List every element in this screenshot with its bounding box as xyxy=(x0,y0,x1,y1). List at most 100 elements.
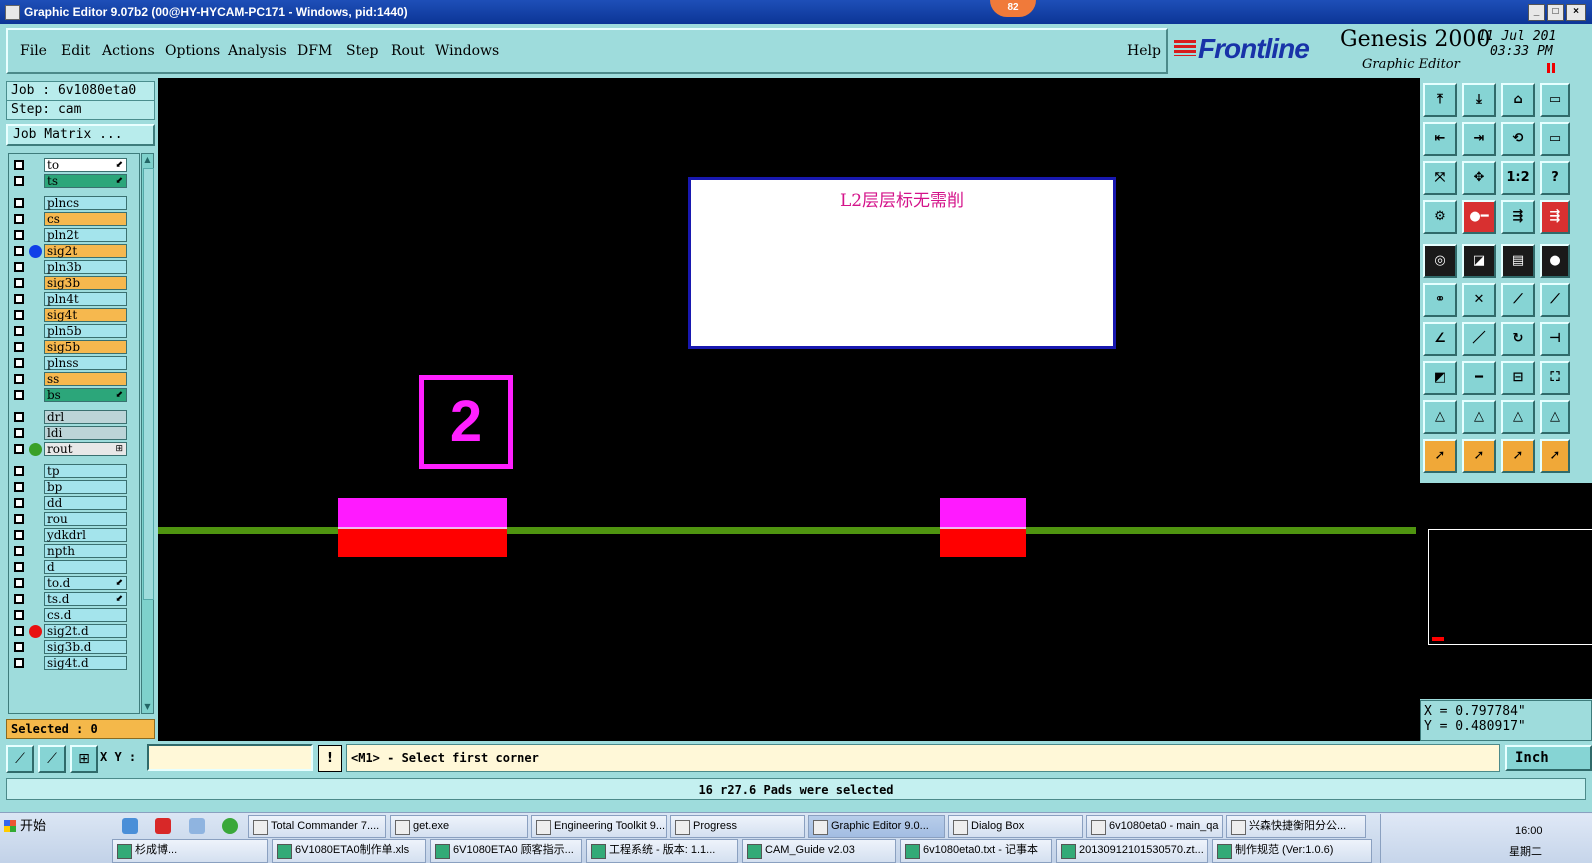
tool-button-icon[interactable]: △ xyxy=(1501,400,1535,434)
layer-row[interactable]: sig5b xyxy=(9,340,139,354)
layer-list-scrollbar[interactable]: ▲ ▼ xyxy=(141,153,154,714)
layer-name[interactable]: pln2t xyxy=(44,228,127,242)
tool-button-icon[interactable]: ▭ xyxy=(1540,83,1570,117)
tool-button-icon[interactable]: ↻ xyxy=(1501,322,1535,356)
layer-name[interactable]: ts ⬋ xyxy=(44,174,127,188)
layer-row[interactable]: bp xyxy=(9,480,139,494)
menu-help[interactable]: Help xyxy=(1127,43,1161,59)
quicklaunch-doc-icon[interactable] xyxy=(189,818,205,834)
note-box[interactable]: L2层层标无需削 xyxy=(688,177,1116,349)
tool-button-icon[interactable]: ／ xyxy=(1462,322,1496,356)
menu-edit[interactable]: Edit xyxy=(61,43,90,59)
layer-checkbox[interactable] xyxy=(14,610,24,620)
quicklaunch-browser-icon[interactable] xyxy=(222,818,238,834)
layer-number-label[interactable]: 2 xyxy=(419,375,513,469)
tray-clock[interactable]: 16:00 xyxy=(1515,825,1543,837)
layer-row[interactable]: dd xyxy=(9,496,139,510)
taskbar-button[interactable]: CAM_Guide v2.03 xyxy=(742,839,896,863)
layer-checkbox[interactable] xyxy=(14,390,24,400)
minimize-button[interactable]: _ xyxy=(1528,4,1545,21)
layer-checkbox[interactable] xyxy=(14,642,24,652)
layer-row[interactable]: tp xyxy=(9,464,139,478)
layer-checkbox[interactable] xyxy=(14,428,24,438)
layer-row[interactable]: sig3b xyxy=(9,276,139,290)
tool-button-icon[interactable]: ━ xyxy=(1462,361,1496,395)
layer-checkbox[interactable] xyxy=(14,514,24,524)
layer-checkbox[interactable] xyxy=(14,546,24,556)
tool-button-icon[interactable]: ✥ xyxy=(1462,161,1496,195)
tool-button-icon[interactable]: ⌂ xyxy=(1501,83,1535,117)
layer-row[interactable]: to.d ⬋ xyxy=(9,576,139,590)
taskbar-button[interactable]: Dialog Box xyxy=(948,815,1083,838)
layer-row[interactable]: sig3b.d xyxy=(9,640,139,654)
layer-row[interactable]: pln4t xyxy=(9,292,139,306)
layer-checkbox[interactable] xyxy=(14,374,24,384)
layer-checkbox[interactable] xyxy=(14,176,24,186)
tool-button-icon[interactable]: ⟋ xyxy=(1501,283,1535,317)
layer-name[interactable]: pln3b xyxy=(44,260,127,274)
layer-checkbox[interactable] xyxy=(14,578,24,588)
tool-button-icon[interactable]: ⇶ xyxy=(1540,200,1570,234)
layer-name[interactable]: bp xyxy=(44,480,127,494)
tool-button-icon[interactable]: ◩ xyxy=(1423,361,1457,395)
tool-button-icon[interactable]: ⛶ xyxy=(1540,361,1570,395)
tool-button-icon[interactable]: ➚ xyxy=(1462,439,1496,473)
tool-button-icon[interactable]: ●━ xyxy=(1462,200,1496,234)
taskbar-button[interactable]: get.exe xyxy=(390,815,528,838)
tool-button-icon[interactable]: ⤒ xyxy=(1423,83,1457,117)
quicklaunch-desktop-icon[interactable] xyxy=(122,818,138,834)
snap-corner-icon[interactable]: ⟋ xyxy=(6,745,34,773)
menu-actions[interactable]: Actions xyxy=(102,43,155,59)
layer-name[interactable]: ldi xyxy=(44,426,127,440)
close-button[interactable]: × xyxy=(1566,4,1586,21)
taskbar-button[interactable]: 6v1080eta0.txt - 记事本 xyxy=(900,839,1052,863)
layer-row[interactable]: pln5b xyxy=(9,324,139,338)
tool-button-icon[interactable]: ⚭ xyxy=(1423,283,1457,317)
taskbar-button[interactable]: 杉成博... xyxy=(112,839,268,863)
taskbar-button[interactable]: 6v1080eta0 - main_qa xyxy=(1086,815,1223,838)
taskbar-button[interactable]: 6V1080ETA0制作单.xls xyxy=(272,839,426,863)
layer-checkbox[interactable] xyxy=(14,562,24,572)
layer-name[interactable]: to.d ⬋ xyxy=(44,576,127,590)
taskbar-button[interactable]: 工程系统 - 版本: 1.1... xyxy=(586,839,738,863)
scroll-up-icon[interactable]: ▲ xyxy=(143,155,152,165)
layer-name[interactable]: pln5b xyxy=(44,324,127,338)
grid-icon[interactable]: ⊞ xyxy=(70,745,98,773)
scroll-thumb[interactable] xyxy=(143,168,154,600)
layer-checkbox[interactable] xyxy=(14,482,24,492)
layer-name[interactable]: sig3b xyxy=(44,276,127,290)
layer-checkbox[interactable] xyxy=(14,230,24,240)
layer-checkbox[interactable] xyxy=(14,594,24,604)
layer-row[interactable]: rout ⊞ xyxy=(9,442,139,456)
layer-checkbox[interactable] xyxy=(14,412,24,422)
layer-name[interactable]: to ⬋ xyxy=(44,158,127,172)
taskbar-button[interactable]: 6V1080ETA0 顾客指示... xyxy=(430,839,582,863)
layer-checkbox[interactable] xyxy=(14,310,24,320)
layer-row[interactable]: sig4t.d xyxy=(9,656,139,670)
tool-button-icon[interactable]: △ xyxy=(1423,400,1457,434)
taskbar-button[interactable]: 兴森快捷衡阳分公... xyxy=(1226,815,1366,838)
menu-dfm[interactable]: DFM xyxy=(297,43,332,59)
start-button[interactable]: 开始 xyxy=(0,812,108,840)
layer-checkbox[interactable] xyxy=(14,498,24,508)
tool-button-icon[interactable]: ⊣ xyxy=(1540,322,1570,356)
layer-row[interactable]: ss xyxy=(9,372,139,386)
layer-row[interactable]: ts.d ⬋ xyxy=(9,592,139,606)
overview-preview[interactable] xyxy=(1420,483,1592,699)
layer-row[interactable]: ldi xyxy=(9,426,139,440)
tool-button-icon[interactable]: ⟲ xyxy=(1501,122,1535,156)
taskbar-button[interactable]: Engineering Toolkit 9... xyxy=(531,815,667,838)
layer-checkbox[interactable] xyxy=(14,294,24,304)
layer-name[interactable]: bs ⬋ xyxy=(44,388,127,402)
tool-button-icon[interactable]: △ xyxy=(1462,400,1496,434)
tool-button-icon[interactable]: ➚ xyxy=(1423,439,1457,473)
layer-checkbox[interactable] xyxy=(14,466,24,476)
pad-left[interactable] xyxy=(338,498,507,557)
scroll-down-icon[interactable]: ▼ xyxy=(143,702,152,712)
tool-button-icon[interactable]: ⚙ xyxy=(1423,200,1457,234)
layer-row[interactable]: sig2t xyxy=(9,244,139,258)
layer-row[interactable]: rou xyxy=(9,512,139,526)
layer-row[interactable]: pln3b xyxy=(9,260,139,274)
layer-name[interactable]: dd xyxy=(44,496,127,510)
layer-name[interactable]: ss xyxy=(44,372,127,386)
